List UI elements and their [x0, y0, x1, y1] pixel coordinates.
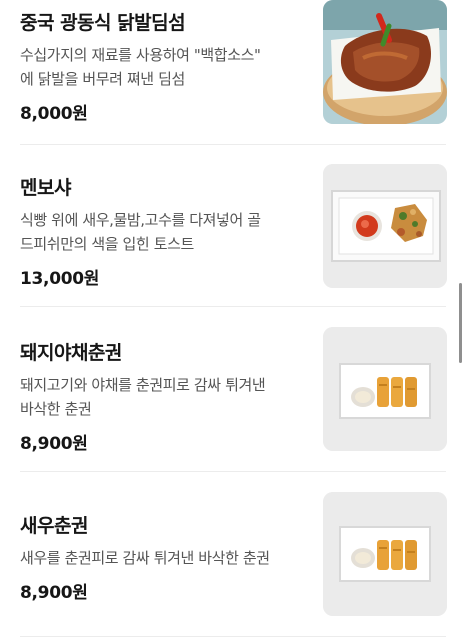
chicken-feet-dimsum-photo[interactable] [323, 0, 447, 124]
menu-item-info: 멘보샤 식빵 위에 새우,물밤,고수를 다져넣어 골 드피쉬만의 색을 입힌 토… [20, 173, 310, 289]
menu-item-info: 중국 광동식 닭발딤섬 수십가지의 재료를 사용하여 "백합소스" 에 닭발을 … [20, 8, 310, 124]
divider [20, 471, 446, 472]
menu-item-price: 13,000원 [20, 269, 100, 289]
menu-item-description: 식빵 위에 새우,물밤,고수를 다져넣어 골 드피쉬만의 색을 입힌 토스트 [20, 208, 310, 256]
menu-item-description-line: 바삭한 춘권 [20, 400, 92, 418]
menu-item-chicken-feet-dimsum[interactable]: 중국 광동식 닭발딤섬 수십가지의 재료를 사용하여 "백합소스" 에 닭발을 … [0, 0, 466, 158]
menu-item-description-line: 드피쉬만의 색을 입힌 토스트 [20, 235, 194, 253]
menu-item-description: 수십가지의 재료를 사용하여 "백합소스" 에 닭발을 버무려 쪄낸 딤섬 [20, 43, 310, 91]
menu-item-info: 돼지야채춘권 돼지고기와 야채를 춘권피로 감싸 튀겨낸 바삭한 춘권 8,90… [20, 338, 310, 454]
menu-item-info: 새우춘권 새우를 춘권피로 감싸 튀겨낸 바삭한 춘권 8,900원 [20, 511, 310, 603]
divider [20, 306, 446, 307]
menu-item-menbosha[interactable]: 멘보샤 식빵 위에 새우,물밤,고수를 다져넣어 골 드피쉬만의 색을 입힌 토… [0, 164, 466, 323]
scrollbar[interactable] [459, 283, 462, 363]
menu-item-pork-spring-roll[interactable]: 돼지야채춘권 돼지고기와 야채를 춘권피로 감싸 튀겨낸 바삭한 춘권 8,90… [0, 327, 466, 488]
menbosha-photo[interactable] [323, 164, 447, 288]
menu-item-description-line: 수십가지의 재료를 사용하여 "백합소스" [20, 46, 261, 64]
menu-item-description: 새우를 춘권피로 감싸 튀겨낸 바삭한 춘권 [20, 546, 310, 570]
menu-item-name: 중국 광동식 닭발딤섬 [20, 12, 186, 34]
menu-item-name: 돼지야채춘권 [20, 342, 122, 364]
menu-item-name: 새우춘권 [20, 515, 88, 537]
menu-item-description-line: 돼지고기와 야채를 춘권피로 감싸 튀겨낸 [20, 376, 266, 394]
menu-item-description-line: 에 닭발을 버무려 쪄낸 딤섬 [20, 70, 185, 88]
pork-spring-roll-photo[interactable] [323, 327, 447, 451]
menu-item-description: 돼지고기와 야채를 춘권피로 감싸 튀겨낸 바삭한 춘권 [20, 373, 310, 421]
menu-item-description-line: 새우를 춘권피로 감싸 튀겨낸 바삭한 춘권 [20, 549, 270, 567]
menu-item-price: 8,900원 [20, 434, 88, 454]
menu-item-price: 8,900원 [20, 583, 88, 603]
menu-item-description-line: 식빵 위에 새우,물밤,고수를 다져넣어 골 [20, 211, 261, 229]
menu-item-shrimp-spring-roll[interactable]: 새우춘권 새우를 춘권피로 감싸 튀겨낸 바삭한 춘권 8,900원 [0, 492, 466, 640]
divider [20, 144, 446, 145]
divider [20, 636, 446, 637]
menu-item-price: 8,000원 [20, 104, 88, 124]
menu-item-name: 멘보샤 [20, 177, 71, 199]
shrimp-spring-roll-photo[interactable] [323, 492, 447, 616]
